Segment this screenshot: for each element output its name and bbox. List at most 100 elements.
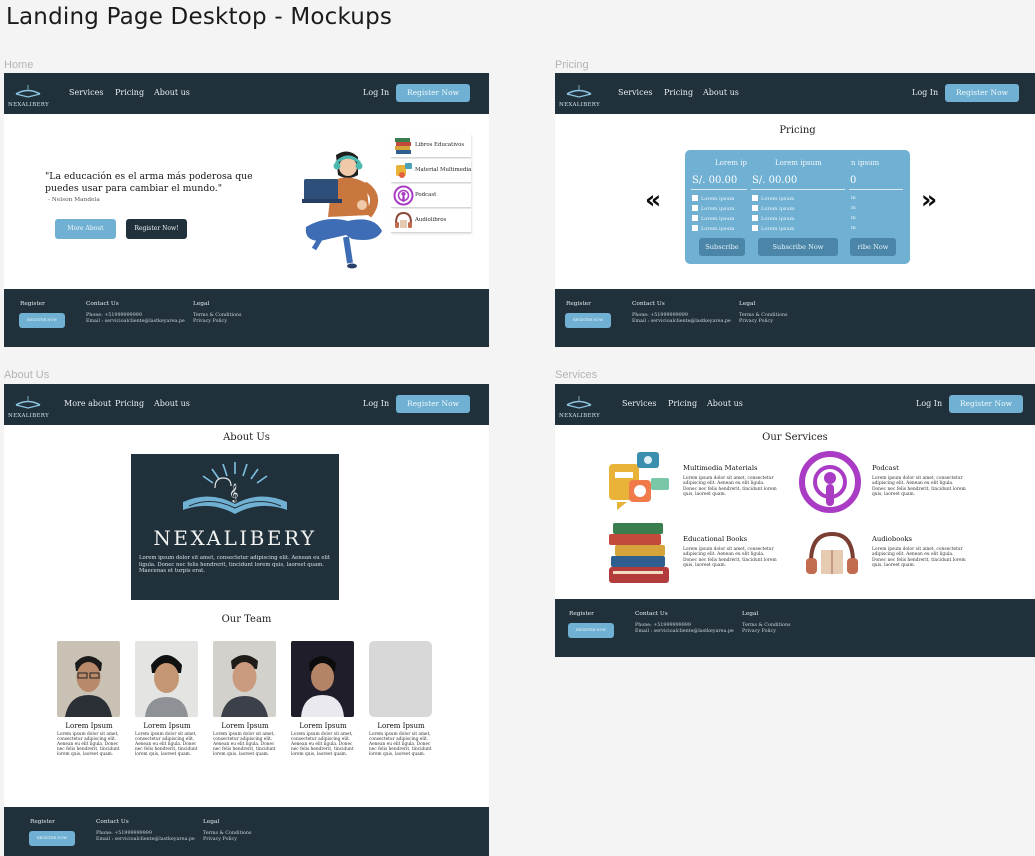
nav-pricing[interactable]: Pricing [664, 88, 693, 97]
footer-legal-title: Legal [193, 301, 210, 307]
member-bio: Lorem ipsum dolor sit amet, consectetur … [369, 732, 432, 758]
subscribe-button[interactable]: Subscribe [699, 238, 745, 256]
member-name: Lorem Ipsum [377, 722, 425, 730]
member-photo [291, 641, 354, 717]
page-title: Landing Page Desktop - Mockups [6, 4, 393, 30]
register-button[interactable]: Register Now [949, 395, 1023, 413]
frame-label-services: Services [555, 369, 598, 381]
plan-feature: Lorem ipsum [692, 195, 734, 202]
footer-legal-title: Legal [742, 611, 759, 617]
prev-arrow-icon[interactable]: « [645, 185, 661, 214]
plan-feature: m [851, 195, 856, 201]
nav-services[interactable]: Services [618, 88, 652, 97]
student-illustration-icon [302, 151, 382, 269]
footer-register-button[interactable]: REGISTER NOW [568, 623, 614, 638]
member-photo [57, 641, 120, 717]
team-member: Lorem Ipsum Lorem ipsum dolor sit amet, … [135, 641, 199, 757]
register-button[interactable]: Register Now [396, 395, 470, 413]
footer-email[interactable]: Email : servicioalcliente@lastkeyarea.pe [96, 837, 195, 842]
services-title: Our Services [762, 432, 828, 443]
footer-legal-title: Legal [739, 301, 756, 307]
logo-text: NEXALIBERY [8, 413, 50, 419]
navbar: NEXALIBERY Services Pricing About us Log… [555, 73, 1035, 114]
frame-label-home: Home [4, 59, 34, 71]
podcast-icon[interactable] [797, 450, 863, 514]
nav-pricing[interactable]: Pricing [115, 399, 144, 408]
footer-register-button[interactable]: REGISTER NOW [565, 313, 611, 328]
team-member: Lorem Ipsum Lorem ipsum dolor sit amet, … [213, 641, 277, 757]
plan-feature: m [851, 205, 856, 211]
logo-text: NEXALIBERY [8, 102, 50, 108]
footer-register-title: Register [30, 819, 55, 825]
plan-feature: m [851, 215, 856, 221]
member-bio: Lorem ipsum dolor sit amet, consectetur … [213, 732, 276, 758]
about-description: Lorem ipsum dolor sit amet, consectetur … [139, 555, 330, 575]
service-name: Educational Books [683, 535, 748, 543]
side-item-label: Material Multimedia [415, 167, 472, 173]
side-item-podcast[interactable]: Podcast [391, 184, 471, 208]
footer-phone: Phone: +51999999999 [86, 313, 142, 318]
side-item-label: Podcast [415, 192, 437, 198]
about-frame: NEXALIBERY More about Pricing About us L… [4, 384, 489, 856]
register-button[interactable]: Register Now [945, 84, 1019, 102]
login-link[interactable]: Log In [363, 88, 389, 97]
side-item-books[interactable]: Libros Educativos [391, 134, 471, 158]
team-title: Our Team [221, 614, 272, 625]
side-item-label: Audiolibros [415, 217, 447, 223]
footer-terms-link[interactable]: Terms & Conditions [203, 831, 251, 836]
service-description: Lorem ipsum dolor sit amet, consectetur … [872, 476, 966, 497]
subscribe-now-button[interactable]: ribe Now [850, 238, 896, 256]
member-photo [213, 641, 276, 717]
login-link[interactable]: Log In [363, 399, 389, 408]
nav-about[interactable]: About us [703, 88, 739, 97]
plan-feature: Lorem ipsum [692, 215, 734, 222]
login-link[interactable]: Log In [912, 88, 938, 97]
footer-register-button[interactable]: REGISTER NOW [29, 831, 75, 846]
audiobooks-icon[interactable] [803, 528, 861, 578]
plan-price: 0 [850, 175, 857, 186]
service-description: Lorem ipsum dolor sit amet, consectetur … [683, 476, 777, 497]
frame-label-pricing: Pricing [555, 59, 589, 71]
footer-legal-title: Legal [203, 819, 220, 825]
register-button[interactable]: Register Now [396, 84, 470, 102]
nav-services[interactable]: Services [69, 88, 103, 97]
open-book-logo-icon: 𝄞 [183, 462, 287, 514]
login-link[interactable]: Log In [916, 399, 942, 408]
footer-privacy-link[interactable]: Privacy Policy [742, 629, 776, 634]
footer-email[interactable]: Email : servicioalcliente@lastkeyarea.pe [86, 319, 185, 324]
more-about-button[interactable]: More About [55, 219, 116, 239]
service-description: Lorem ipsum dolor sit amet, consectetur … [872, 547, 966, 568]
multimedia-materials-icon[interactable] [607, 450, 673, 512]
footer-privacy-link[interactable]: Privacy Policy [739, 319, 773, 324]
side-item-multimedia[interactable]: Material Multimedia [391, 159, 471, 183]
subscribe-now-button[interactable]: Subscribe Now [758, 238, 838, 256]
nav-about[interactable]: About us [707, 399, 743, 408]
register-now-button[interactable]: Register Now! [126, 219, 187, 239]
footer-privacy-link[interactable]: Privacy Policy [193, 319, 227, 324]
side-item-audiobooks[interactable]: Audiolibros [391, 209, 471, 233]
next-arrow-icon[interactable]: » [921, 185, 937, 214]
footer-contact-title: Contact Us [86, 301, 119, 307]
footer-terms-link[interactable]: Terms & Conditions [193, 313, 241, 318]
member-name: Lorem Ipsum [65, 722, 113, 730]
footer-email[interactable]: Email : servicioalcliente@lastkeyarea.pe [632, 319, 731, 324]
podcast-icon [393, 185, 414, 206]
nav-about[interactable]: About us [154, 88, 190, 97]
nav-pricing[interactable]: Pricing [668, 399, 697, 408]
books-icon [395, 138, 411, 154]
footer-terms-link[interactable]: Terms & Conditions [742, 623, 790, 628]
footer-register-button[interactable]: REGISTER NOW [19, 313, 65, 328]
educational-books-icon[interactable] [607, 521, 675, 587]
footer-terms-link[interactable]: Terms & Conditions [739, 313, 787, 318]
service-name: Podcast [872, 464, 899, 472]
multimedia-icon [396, 163, 412, 178]
nav-pricing[interactable]: Pricing [115, 88, 144, 97]
plan-feature: Lorem ipsum [692, 205, 734, 212]
footer: Register REGISTER NOW Contact Us Phone: … [555, 289, 1035, 347]
footer-email[interactable]: Email : servicioalcliente@lastkeyarea.pe [635, 629, 734, 634]
nav-more-about[interactable]: More about [64, 399, 111, 408]
nav-about[interactable]: About us [154, 399, 190, 408]
pricing-frame: NEXALIBERY Services Pricing About us Log… [555, 73, 1035, 347]
nav-services[interactable]: Services [622, 399, 656, 408]
footer-privacy-link[interactable]: Privacy Policy [203, 837, 237, 842]
